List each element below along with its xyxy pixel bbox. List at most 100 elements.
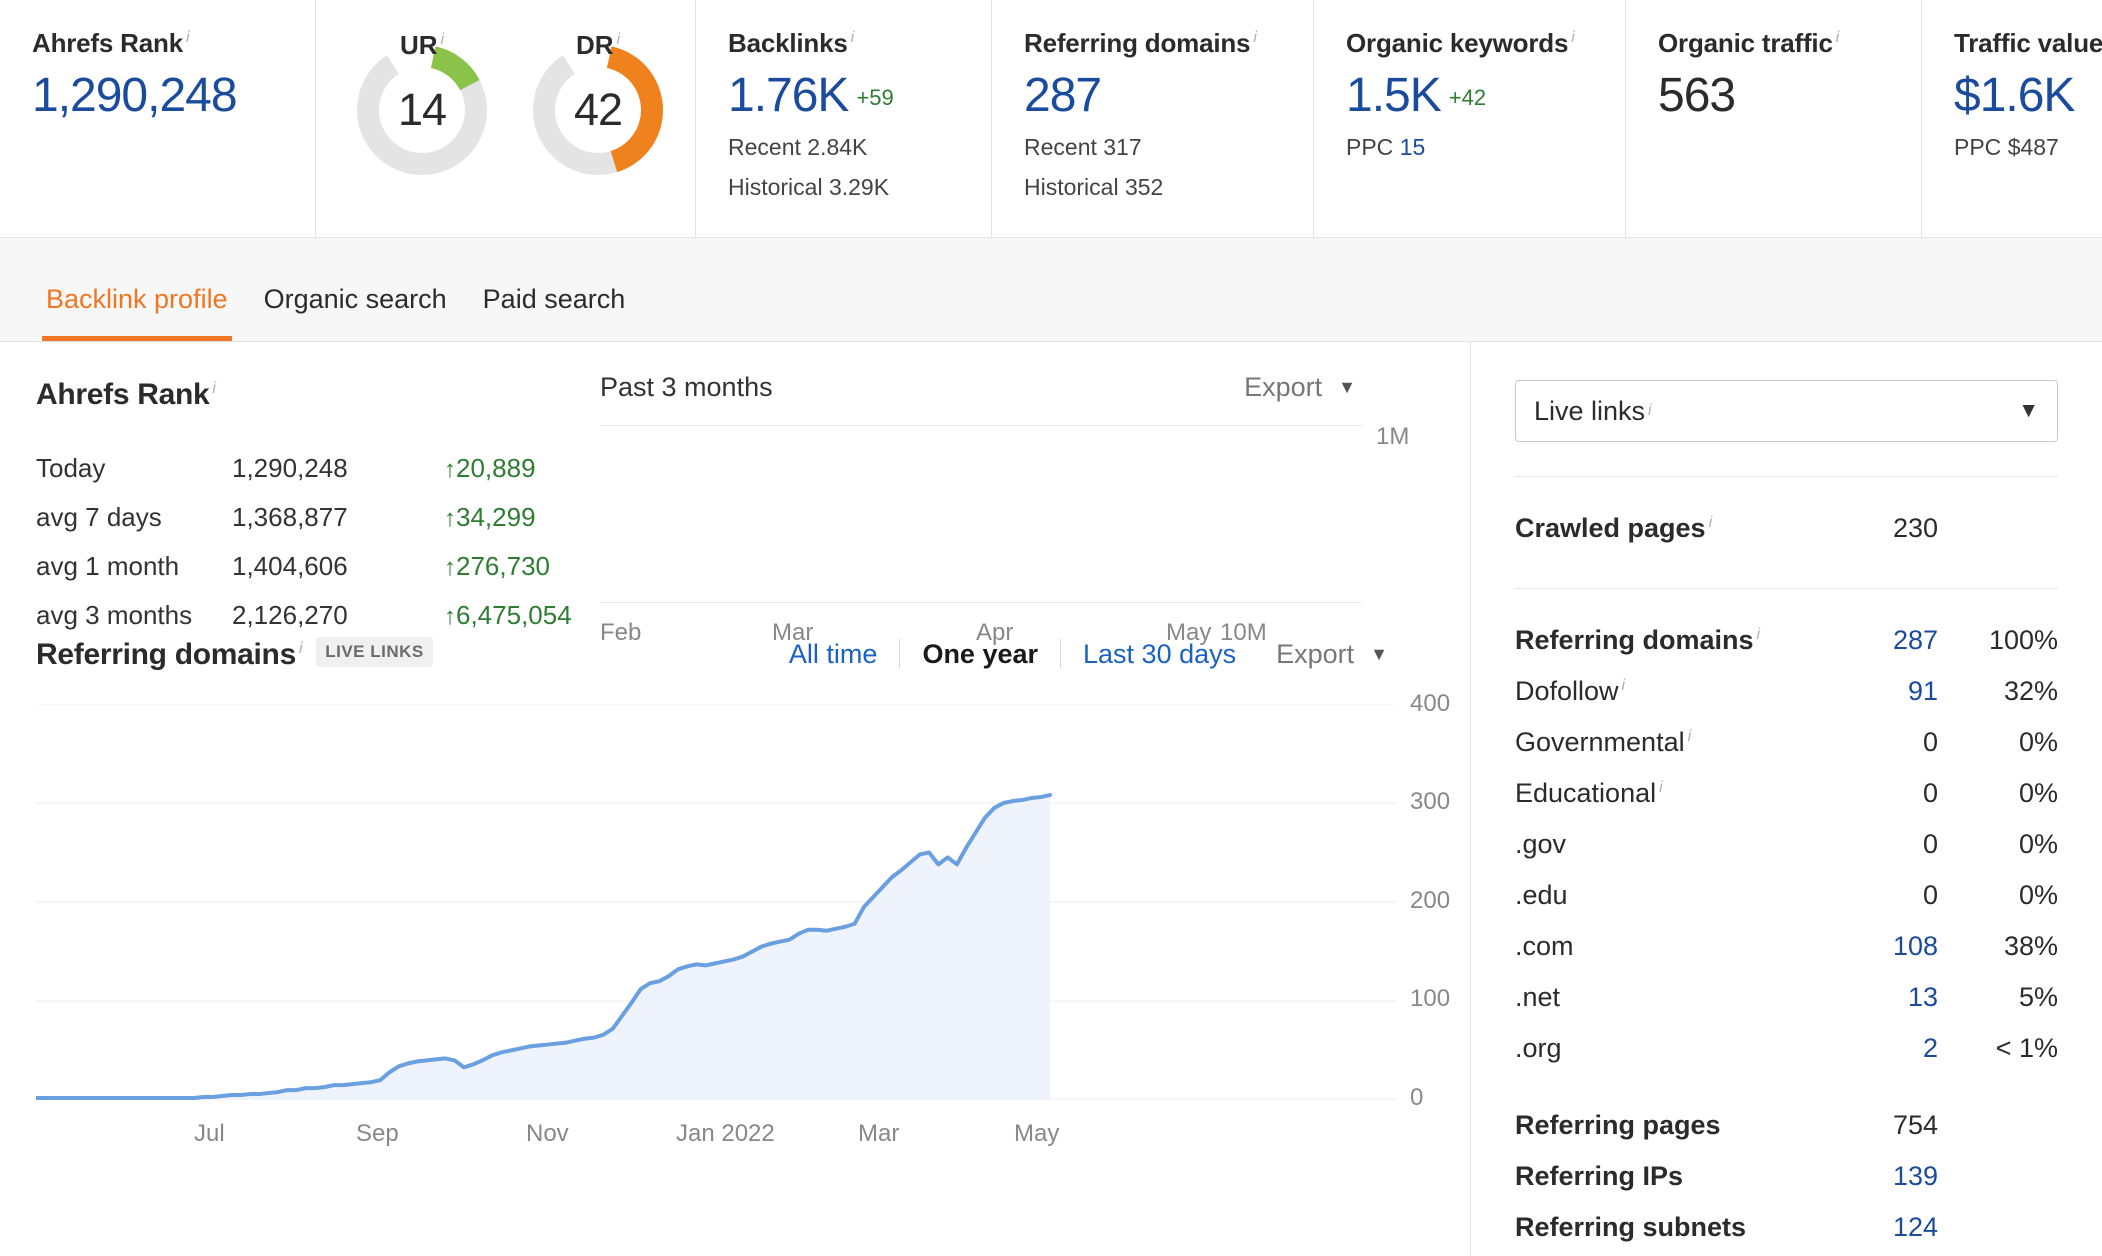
metric-card-traffic-value: Traffic valuei $1.6K PPC $487 — [1922, 0, 2102, 237]
info-icon[interactable]: i — [299, 640, 303, 657]
row-percent: 38% — [2003, 931, 2058, 961]
table-row: Today 1,290,248 ↑20,889 — [36, 444, 572, 493]
tab-paid-search[interactable]: Paid search — [465, 238, 644, 341]
gauge-ur-text: UR — [399, 30, 438, 60]
link-type-select[interactable]: Live links i ▼ — [1515, 380, 2058, 442]
metric-label: Ahrefs Rank — [32, 28, 183, 58]
row-value[interactable]: 91 — [1788, 666, 1938, 717]
info-icon[interactable]: i — [441, 31, 445, 48]
metric-number: 1.76K — [728, 69, 849, 122]
info-icon[interactable]: i — [1571, 29, 1575, 46]
metric-sub-historical: Historical 3.29K — [728, 174, 890, 201]
chevron-down-icon: ▼ — [1370, 643, 1388, 664]
arrow-up-icon: ↑ — [444, 456, 456, 483]
info-icon[interactable]: i — [1648, 402, 1652, 420]
row-value: 0 — [1922, 727, 1938, 757]
metric-label: Backlinks — [728, 28, 848, 58]
mini-y-tick-1m: 1M — [1376, 423, 1410, 450]
x-tick: May — [1014, 1120, 1060, 1147]
info-icon[interactable]: i — [1659, 779, 1663, 796]
row-label: Referring IPs — [1515, 1161, 1684, 1191]
ppc-value: $487 — [2007, 134, 2059, 161]
table-row: Referring subnets 124 — [1515, 1202, 2058, 1253]
table-row: Dofollow i 91 32% — [1515, 666, 2058, 717]
metric-value: 287 — [1024, 69, 1102, 122]
metric-sub-ppc: PPC $487 — [1954, 134, 2102, 161]
label-text: Referring domains — [1515, 625, 1754, 655]
range-one-year[interactable]: One year — [900, 639, 1060, 670]
gauge-ur-label: UR i — [400, 30, 444, 61]
info-icon[interactable]: i — [212, 380, 216, 397]
live-links-badge: LIVE LINKS — [316, 636, 433, 667]
row-value[interactable]: 108 — [1788, 921, 1938, 972]
row-label: Governmental i — [1515, 717, 1788, 768]
info-icon[interactable]: i — [851, 29, 855, 46]
row-value[interactable]: 139 — [1788, 1151, 1938, 1202]
metric-card-organic-keywords: Organic keywords i 1.5K +42 PPC 15 — [1314, 0, 1626, 237]
gauge-dr-label: DR i — [576, 30, 620, 61]
referring-totals-table: Referring pages 754 Referring IPs 139 Re… — [1515, 1080, 2058, 1253]
row-percent: 0% — [2018, 880, 2058, 910]
info-icon[interactable]: i — [1688, 728, 1692, 745]
ppc-value[interactable]: 15 — [1400, 134, 1426, 160]
tab-bar: Backlink profile Organic search Paid sea… — [0, 238, 2102, 342]
info-icon[interactable]: i — [617, 31, 621, 48]
delta-badge: +59 — [856, 85, 894, 110]
table-row: .com 108 38% — [1515, 921, 2058, 972]
row-label: .gov — [1515, 829, 1567, 859]
metric-card-organic-traffic: Organic traffic i 563 — [1626, 0, 1922, 237]
row-value[interactable]: 13 — [1788, 972, 1938, 1023]
time-range-controls: All time One year Last 30 days Export ▼ — [767, 639, 1436, 670]
row-delta: ↑34,299 — [444, 493, 572, 542]
range-all-time[interactable]: All time — [767, 639, 900, 670]
gauge-ur-value: 14 — [397, 84, 447, 135]
row-percent: 0% — [2018, 727, 2058, 757]
crawled-pages-table: Crawled pages i 230 — [1515, 483, 2058, 554]
tab-backlink-profile[interactable]: Backlink profile — [28, 238, 246, 341]
x-tick: Jan 2022 — [676, 1120, 775, 1147]
metric-number: 1.5K — [1346, 69, 1442, 122]
referring-domains-chart-block: Referring domains i LIVE LINKS All time On… — [34, 630, 1450, 1158]
x-tick: Mar — [858, 1120, 900, 1147]
row-percent: 5% — [2018, 982, 2058, 1012]
row-delta: ↑20,889 — [444, 444, 572, 493]
ahrefs-rank-table: Today 1,290,248 ↑20,889 avg 7 days 1,368… — [36, 444, 572, 640]
spacer-cell — [1938, 1151, 2058, 1202]
metric-sub-historical: Historical 352 — [1024, 174, 1164, 201]
row-value: 1,290,248 — [232, 453, 348, 483]
crawled-pages-value: 230 — [1892, 513, 1938, 543]
divider — [1515, 588, 2058, 589]
info-icon[interactable]: i — [1709, 514, 1713, 531]
info-icon[interactable]: i — [1622, 677, 1626, 694]
delta-text: 34,299 — [456, 502, 536, 532]
row-value[interactable]: 124 — [1788, 1202, 1938, 1253]
row-label: Educational i — [1515, 768, 1788, 819]
metric-sub-recent: Recent 2.84K — [728, 134, 868, 161]
ppc-label: PPC — [1954, 134, 2002, 161]
row-percent: 0% — [2018, 778, 2058, 808]
table-row: Governmental i 0 0% — [1515, 717, 2058, 768]
x-tick: Nov — [526, 1120, 569, 1147]
table-row: Referring domains i 287 100% — [1515, 595, 2058, 666]
row-value: 1,368,877 — [232, 502, 348, 532]
metric-title: Organic keywords i — [1346, 28, 1625, 59]
info-icon[interactable]: i — [1757, 626, 1761, 643]
x-tick: Jul — [194, 1120, 225, 1147]
info-icon[interactable]: i — [1253, 29, 1257, 46]
range-last-30-days[interactable]: Last 30 days — [1061, 639, 1258, 670]
row-label: Referring domains i — [1515, 595, 1788, 666]
tab-organic-search[interactable]: Organic search — [246, 238, 465, 341]
export-button-rank-chart[interactable]: Export ▼ — [1244, 372, 1440, 403]
tab-label: Paid search — [482, 284, 626, 314]
row-value: 1,404,606 — [232, 551, 348, 581]
row-value: 0 — [1922, 880, 1938, 910]
content-area: Ahrefs Rank i Today 1,290,248 ↑20,889 avg… — [0, 342, 2102, 1256]
row-value[interactable]: 2 — [1788, 1023, 1938, 1074]
mini-chart-plot: 1M — [597, 423, 1440, 625]
row-period: avg 1 month — [36, 551, 180, 581]
row-label: .org — [1515, 1033, 1562, 1063]
export-button-refdomains-chart[interactable]: Export ▼ — [1276, 639, 1388, 670]
info-icon[interactable]: i — [186, 29, 190, 46]
row-value[interactable]: 287 — [1788, 595, 1938, 666]
info-icon[interactable]: i — [1836, 29, 1840, 46]
